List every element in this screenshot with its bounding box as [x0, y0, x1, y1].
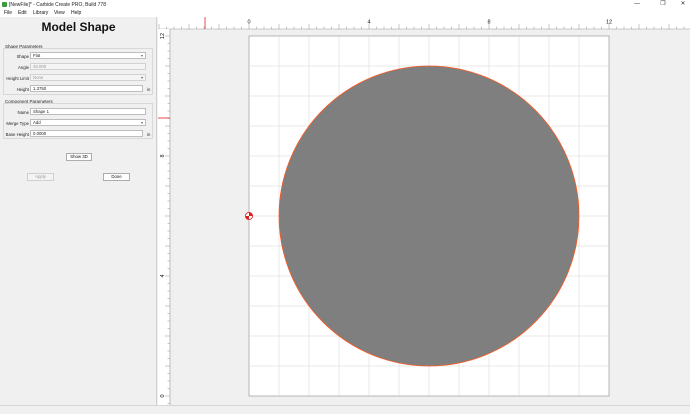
- angle-input[interactable]: 45.000: [30, 63, 146, 70]
- angle-input-value: 45.000: [33, 64, 47, 69]
- menu-edit[interactable]: Edit: [18, 10, 27, 16]
- menu-library[interactable]: Library: [33, 10, 48, 16]
- app-icon: [2, 2, 7, 7]
- apply-button[interactable]: Apply: [27, 173, 54, 181]
- merge-type-label: Merge Type: [6, 121, 29, 126]
- top-ruler-label-0: 0: [247, 20, 250, 26]
- top-ruler-label-8: 8: [487, 20, 490, 26]
- height-input-value: 1.3750: [33, 86, 47, 91]
- base-height-label: Base Height: [5, 132, 29, 137]
- name-input-value: Shape 1: [33, 109, 50, 114]
- height-unit: in: [147, 87, 151, 92]
- menu-view[interactable]: View: [54, 10, 65, 16]
- height-limit-select[interactable]: None ▾: [30, 74, 146, 81]
- merge-type-select-value: Add: [33, 120, 41, 125]
- base-height-input[interactable]: 0.0000: [30, 130, 143, 137]
- menu-bar: File Edit Library View Help: [0, 9, 690, 17]
- title-bar: [NewFile]* - Carbide Create PRO, Build 7…: [0, 0, 690, 9]
- name-input[interactable]: Shape 1: [30, 108, 146, 115]
- left-ruler-label-4: 4: [160, 274, 166, 277]
- chevron-down-icon: ▾: [140, 120, 143, 125]
- left-ruler: [158, 29, 170, 405]
- window-title: [NewFile]* - Carbide Create PRO, Build 7…: [9, 1, 106, 8]
- circle-shape[interactable]: [278, 65, 580, 367]
- maximize-button[interactable]: ❐: [656, 0, 670, 9]
- minimize-button[interactable]: —: [630, 0, 644, 9]
- chevron-down-icon: ▾: [140, 53, 143, 58]
- design-canvas-area: 0 4 8 12 12 8 4 0: [158, 17, 690, 405]
- menu-file[interactable]: File: [4, 10, 12, 16]
- height-label: Height: [16, 87, 29, 92]
- top-ruler-label-4: 4: [367, 20, 370, 26]
- shape-label: Shape: [16, 54, 29, 59]
- left-ruler-label-12: 12: [160, 33, 166, 39]
- panel-title: Model Shape: [41, 20, 116, 34]
- name-label: Name: [17, 110, 29, 115]
- left-ruler-label-8: 8: [160, 154, 166, 157]
- model-shape-panel: Model Shape Shape Parameters Shape Flat …: [0, 17, 157, 405]
- menu-help[interactable]: Help: [71, 10, 81, 16]
- show-3d-button[interactable]: Show 3D: [66, 153, 92, 161]
- height-limit-select-value: None: [33, 75, 44, 80]
- angle-label: Angle: [18, 65, 29, 70]
- base-height-unit: in: [147, 132, 151, 137]
- height-input[interactable]: 1.3750: [30, 85, 143, 92]
- close-button[interactable]: ✕: [676, 0, 690, 9]
- base-height-input-value: 0.0000: [33, 131, 47, 136]
- status-bar: [0, 405, 690, 414]
- chevron-down-icon: ▾: [140, 75, 143, 80]
- height-limit-label: Height Limit: [6, 76, 29, 81]
- design-canvas[interactable]: 0 4 8 12 12 8 4 0: [158, 17, 690, 405]
- top-ruler-label-12: 12: [606, 20, 612, 26]
- merge-type-select[interactable]: Add ▾: [30, 119, 146, 126]
- done-button[interactable]: Done: [103, 173, 130, 181]
- shape-select-value: Flat: [33, 53, 41, 58]
- origin-marker-icon[interactable]: [245, 211, 254, 220]
- left-ruler-label-0: 0: [160, 394, 166, 397]
- shape-select[interactable]: Flat ▾: [30, 52, 146, 59]
